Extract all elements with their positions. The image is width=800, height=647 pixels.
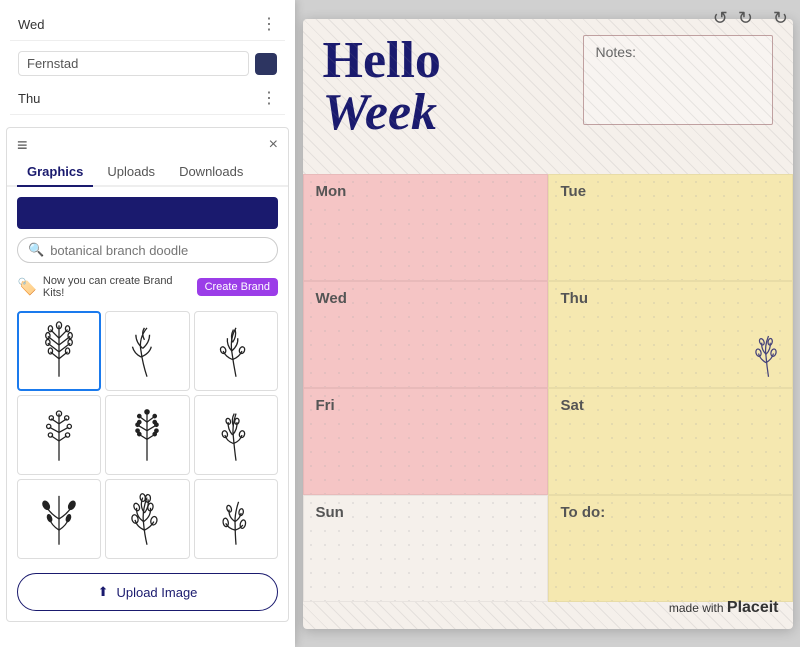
- upload-image-button[interactable]: ⬆ Upload Image: [17, 573, 278, 611]
- graphic-item-8[interactable]: [105, 479, 189, 559]
- planner-canvas: Hello Week Notes: Mon Tue Wed Thu: [303, 19, 793, 629]
- close-button[interactable]: ×: [269, 136, 278, 154]
- search-area: 🔍 botanical branch doodle: [7, 187, 288, 269]
- watermark-brand: Placeit: [727, 599, 779, 616]
- graphic-item-6[interactable]: [194, 395, 278, 475]
- thu-more-icon[interactable]: ⋮: [261, 88, 277, 108]
- undo-icon[interactable]: ↺: [713, 8, 728, 29]
- canvas-toolbar: ↺ ↻ ↻: [713, 8, 788, 29]
- graphic-item-5[interactable]: [105, 395, 189, 475]
- thu-label: Thu: [18, 91, 40, 106]
- brand-banner: 🏷️ Now you can create Brand Kits! Create…: [7, 269, 288, 305]
- panel-top: Wed ⋮ Fernstad Thu ⋮: [0, 0, 295, 123]
- notes-box: Notes:: [583, 35, 773, 125]
- tabs-bar: Graphics Uploads Downloads: [7, 158, 288, 187]
- fernstad-row: Fernstad: [10, 45, 285, 82]
- fernstad-name: Fernstad: [18, 51, 249, 76]
- search-box: 🔍 botanical branch doodle: [17, 237, 278, 263]
- day-cell-sat[interactable]: Sat: [548, 388, 793, 495]
- watermark: made with Placeit: [669, 599, 779, 617]
- graphic-item-9[interactable]: [194, 479, 278, 559]
- planner-header: Hello Week Notes:: [303, 19, 793, 174]
- tab-downloads[interactable]: Downloads: [169, 158, 253, 185]
- wed-label: Wed: [18, 17, 45, 32]
- menu-lines-icon[interactable]: ≡: [17, 136, 28, 154]
- wed-schedule-item: Wed ⋮: [10, 8, 285, 41]
- upload-label: Upload Image: [116, 585, 197, 600]
- upload-icon: ⬆: [98, 584, 109, 600]
- graphic-item-3[interactable]: [194, 311, 278, 391]
- day-cell-todo[interactable]: To do:: [548, 495, 793, 602]
- day-cell-fri[interactable]: Fri: [303, 388, 548, 495]
- brand-icon: 🏷️: [17, 277, 37, 297]
- graphics-grid: [7, 305, 288, 565]
- refresh-icon[interactable]: ↻: [773, 8, 788, 29]
- day-cell-sun[interactable]: Sun: [303, 495, 548, 602]
- day-cell-wed[interactable]: Wed: [303, 281, 548, 388]
- graphic-item-2[interactable]: [105, 311, 189, 391]
- color-swatch[interactable]: [255, 53, 277, 75]
- watermark-text: made with: [669, 601, 727, 615]
- dark-search-bar[interactable]: [17, 197, 278, 229]
- graphic-item-1[interactable]: [17, 311, 101, 391]
- day-cell-thu[interactable]: Thu: [548, 281, 793, 388]
- thu-branch-decoration: [751, 331, 786, 381]
- tab-graphics[interactable]: Graphics: [17, 158, 93, 187]
- day-cell-mon[interactable]: Mon: [303, 174, 548, 281]
- canvas-area: ↺ ↻ ↻ Hello Week Notes: Mon Tue: [295, 0, 800, 647]
- graphic-item-4[interactable]: [17, 395, 101, 475]
- tab-uploads[interactable]: Uploads: [97, 158, 165, 185]
- left-panel: Wed ⋮ Fernstad Thu ⋮ ≡ × Graphics Upload…: [0, 0, 295, 647]
- day-cell-tue[interactable]: Tue: [548, 174, 793, 281]
- redo-icon[interactable]: ↻: [738, 8, 753, 29]
- search-input[interactable]: botanical branch doodle: [50, 243, 267, 258]
- wed-more-icon[interactable]: ⋮: [261, 14, 277, 34]
- brand-banner-text: Now you can create Brand Kits!: [43, 275, 191, 299]
- search-icon: 🔍: [28, 242, 44, 258]
- create-brand-button[interactable]: Create Brand: [197, 278, 278, 296]
- sub-panel-header: ≡ ×: [7, 128, 288, 158]
- thu-schedule-item: Thu ⋮: [10, 82, 285, 115]
- sub-panel: ≡ × Graphics Uploads Downloads 🔍 botanic…: [6, 127, 289, 622]
- graphic-item-7[interactable]: [17, 479, 101, 559]
